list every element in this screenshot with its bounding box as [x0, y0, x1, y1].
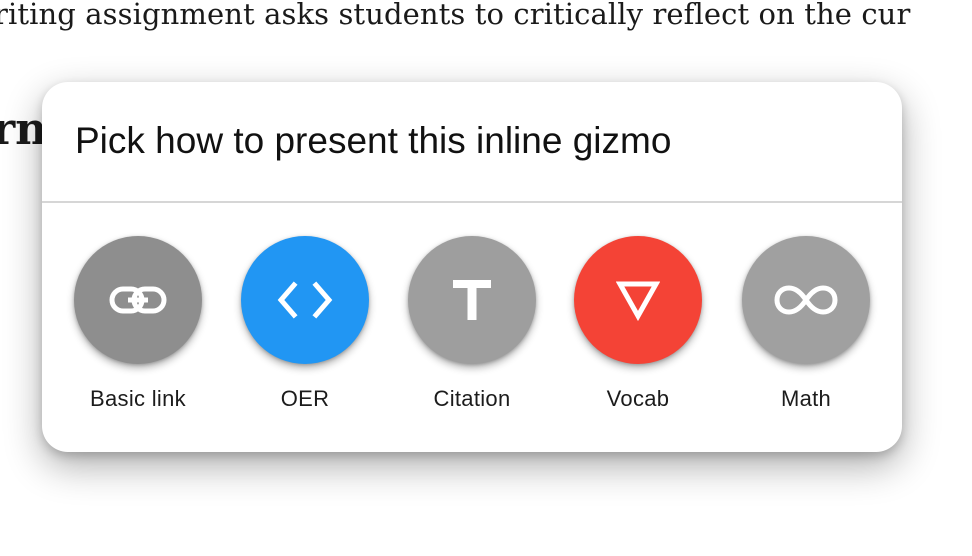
citation-option-button[interactable]: Citation	[397, 236, 547, 426]
citation-label: Citation	[433, 386, 511, 411]
infinity-icon	[774, 285, 838, 315]
basic-link-circle[interactable]	[74, 236, 202, 364]
math-circle[interactable]	[742, 236, 870, 364]
dialog-title: Pick how to present this inline gizmo	[75, 120, 672, 161]
background-heading-fragment: rn	[0, 104, 48, 155]
vocab-option-button[interactable]: Vocab	[563, 236, 713, 426]
basic-link-option-button[interactable]: Basic link	[63, 236, 213, 426]
math-option-button[interactable]: Math	[731, 236, 881, 426]
vocab-label: Vocab	[606, 386, 670, 411]
background-paragraph-text: riting assignment asks students to criti…	[0, 0, 911, 31]
text-t-icon	[453, 280, 491, 320]
code-icon	[277, 281, 333, 319]
triangle-down-icon	[616, 281, 660, 321]
vocab-circle[interactable]	[574, 236, 702, 364]
oer-option-button[interactable]: OER	[230, 236, 380, 426]
link-icon	[109, 286, 167, 314]
citation-circle[interactable]	[408, 236, 536, 364]
math-label: Math	[780, 386, 832, 411]
basic-link-label: Basic link	[90, 386, 186, 411]
dialog-divider	[42, 201, 902, 203]
oer-circle[interactable]	[241, 236, 369, 364]
gizmo-presentation-dialog: Pick how to present this inline gizmo Ba…	[42, 82, 902, 452]
oer-label: OER	[280, 386, 330, 411]
